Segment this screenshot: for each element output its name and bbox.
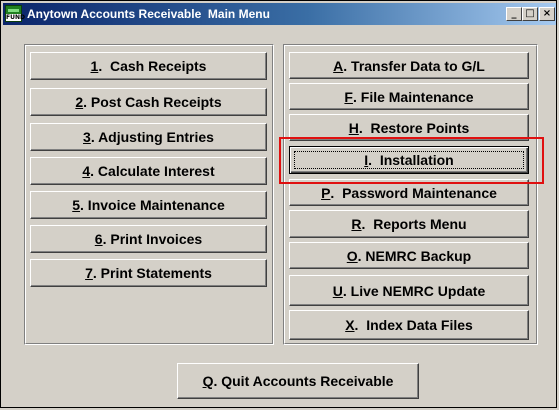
maximize-button[interactable]: □ xyxy=(522,7,538,21)
title-bar[interactable]: FUND Anytown Accounts Receivable Main Me… xyxy=(3,3,556,25)
installation-button[interactable]: I. Installation xyxy=(289,146,529,174)
invoice-maintenance-button[interactable]: 5. Invoice Maintenance xyxy=(30,191,267,219)
post-cash-receipts-button[interactable]: 2. Post Cash Receipts xyxy=(30,88,267,116)
main-menu-window: FUND Anytown Accounts Receivable Main Me… xyxy=(0,0,557,408)
transfer-data-to-gl-button[interactable]: A. Transfer Data to G/L xyxy=(289,52,529,79)
index-data-files-button[interactable]: X. Index Data Files xyxy=(289,310,529,340)
nemrc-backup-button[interactable]: O. NEMRC Backup xyxy=(289,242,529,269)
print-statements-button[interactable]: 7. Print Statements xyxy=(30,259,267,287)
close-button[interactable]: × xyxy=(539,7,555,21)
cash-receipts-button[interactable]: 1. Cash Receipts xyxy=(30,52,267,80)
app-icon[interactable]: FUND xyxy=(5,5,25,22)
restore-points-button[interactable]: H. Restore Points xyxy=(289,114,529,141)
maximize-icon: □ xyxy=(525,8,535,19)
file-maintenance-button[interactable]: F. File Maintenance xyxy=(289,83,529,110)
reports-menu-button[interactable]: R. Reports Menu xyxy=(289,210,529,238)
print-invoices-button[interactable]: 6. Print Invoices xyxy=(30,225,267,253)
password-maintenance-button[interactable]: P. Password Maintenance xyxy=(289,179,529,206)
calculate-interest-button[interactable]: 4. Calculate Interest xyxy=(30,157,267,185)
minimize-icon: _ xyxy=(511,8,517,19)
minimize-button[interactable]: _ xyxy=(506,7,522,21)
close-icon: × xyxy=(542,8,552,19)
quit-accounts-receivable-button[interactable]: Q. Quit Accounts Receivable xyxy=(177,363,419,399)
adjusting-entries-button[interactable]: 3. Adjusting Entries xyxy=(30,123,267,151)
app-icon-label: FUND xyxy=(6,14,25,21)
window-title: Anytown Accounts Receivable Main Menu xyxy=(27,7,270,21)
live-nemrc-update-button[interactable]: U. Live NEMRC Update xyxy=(289,275,529,306)
